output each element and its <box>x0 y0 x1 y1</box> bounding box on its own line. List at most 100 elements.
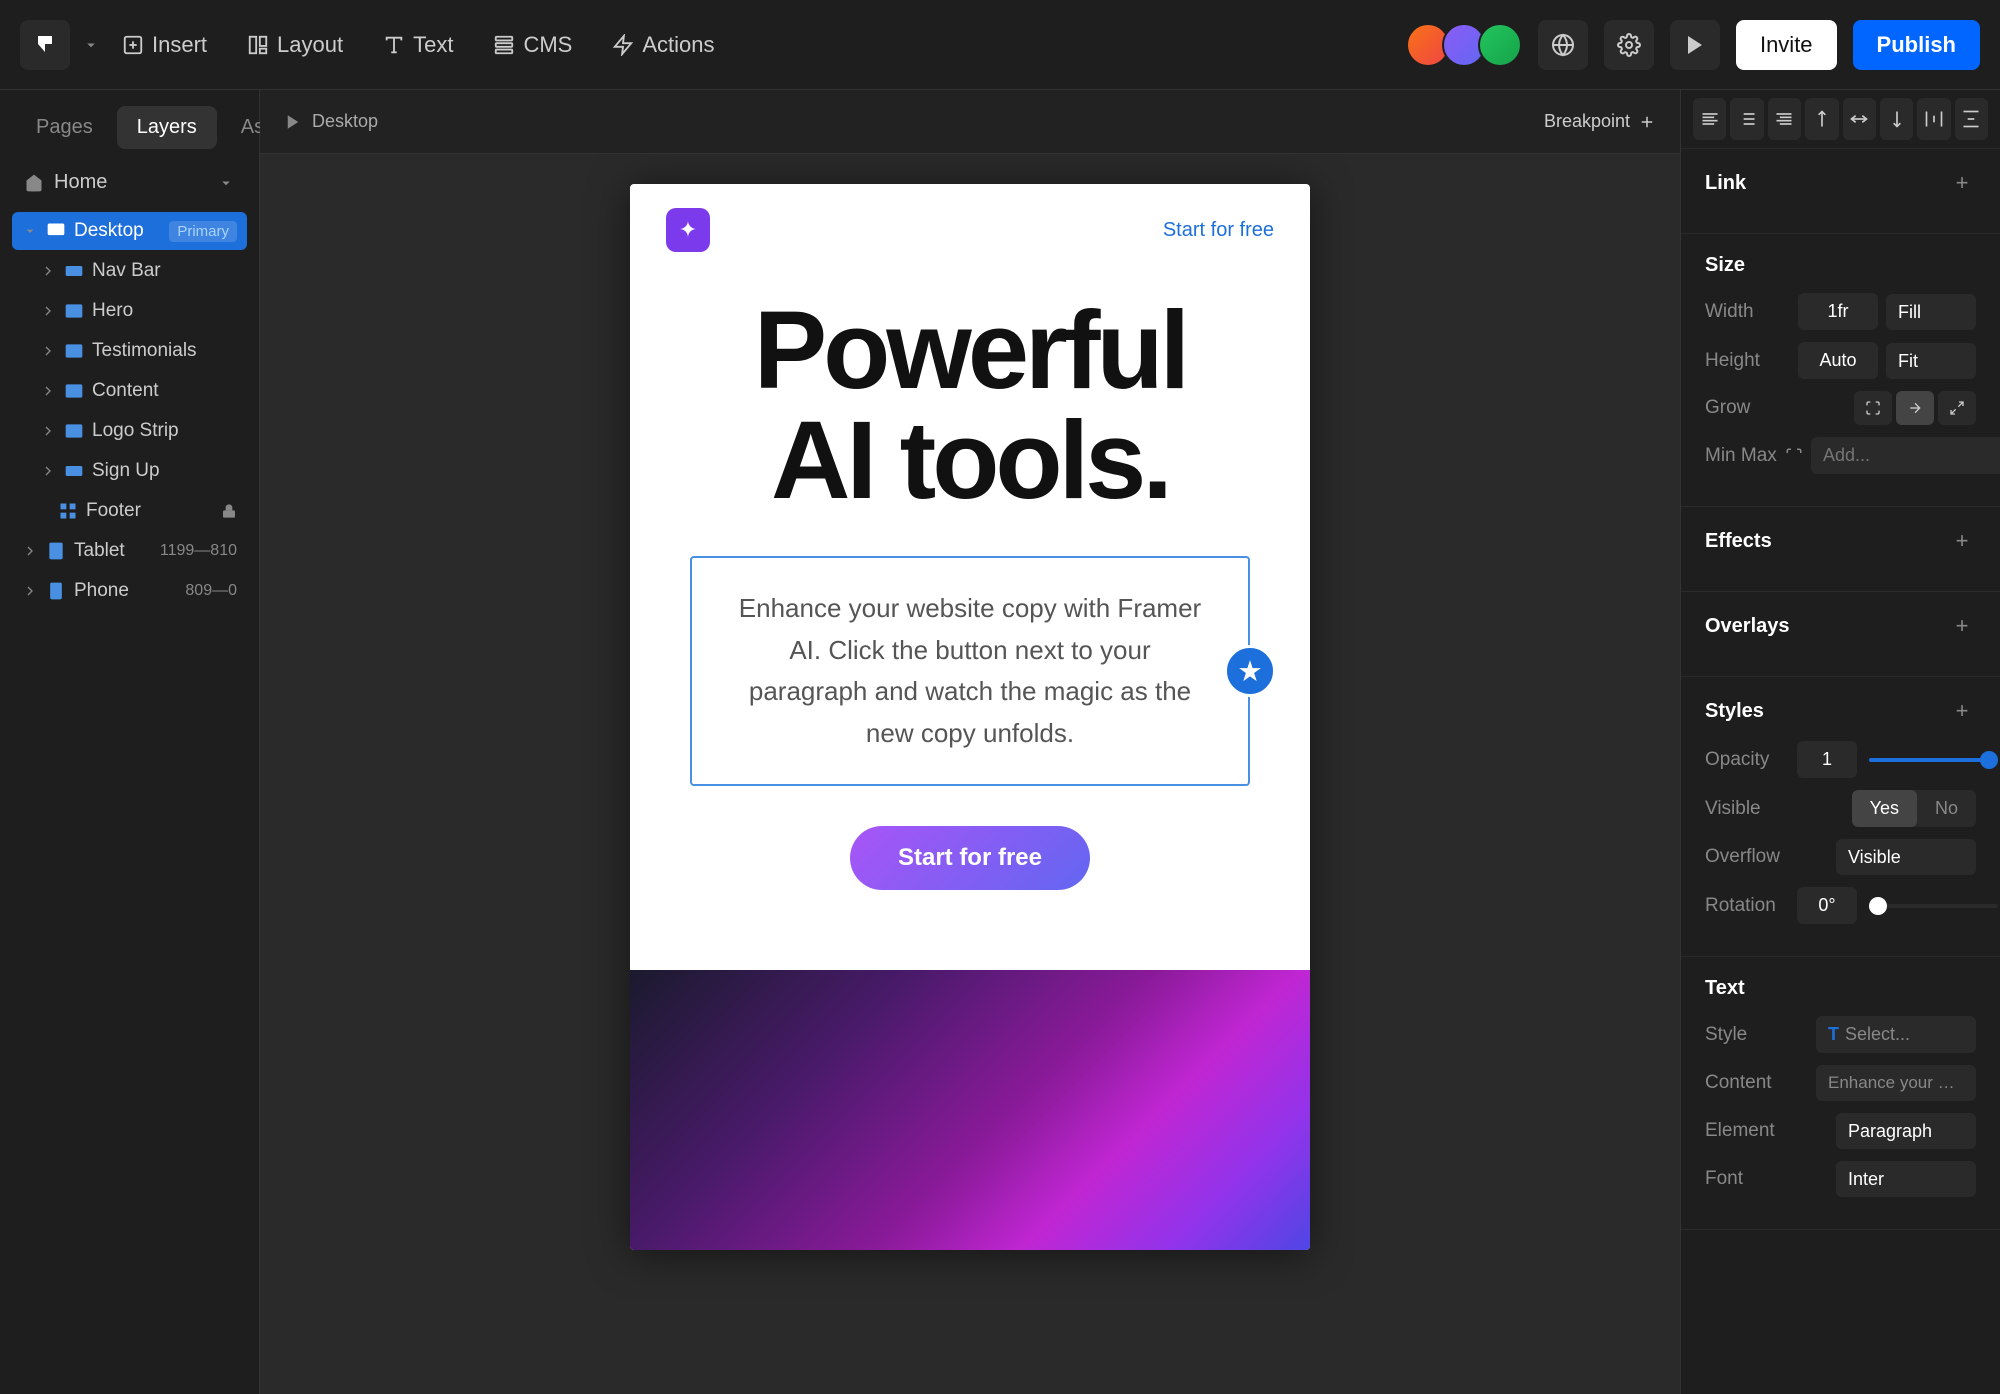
layer-item-navbar[interactable]: Nav Bar <box>12 252 247 290</box>
grow-icon-3 <box>1949 400 1965 416</box>
layout-button[interactable]: Layout <box>229 22 361 68</box>
width-unit-select[interactable]: FillFixedFit <box>1886 294 1976 330</box>
width-row: Width FillFixedFit <box>1705 293 1976 330</box>
section-icon <box>64 341 84 361</box>
expand-arrow-icon <box>40 263 56 279</box>
link-add-button[interactable]: + <box>1948 169 1976 197</box>
rotation-row: Rotation <box>1705 887 1976 924</box>
font-select[interactable]: InterArialRoboto <box>1836 1161 1976 1197</box>
invite-button[interactable]: Invite <box>1736 20 1837 70</box>
align-bottom-button[interactable] <box>1880 98 1913 140</box>
size-header: Size <box>1705 254 1976 277</box>
expand-arrow-icon <box>40 343 56 359</box>
canvas-paragraph-text: Enhance your website copy with Framer AI… <box>732 588 1208 754</box>
canvas-frame: ✦ Start for free Powerful AI tools. Enha… <box>630 184 1310 1250</box>
height-input[interactable] <box>1798 342 1878 379</box>
canvas-scroll[interactable]: ✦ Start for free Powerful AI tools. Enha… <box>260 154 1680 1394</box>
globe-button[interactable] <box>1538 20 1588 70</box>
text-button[interactable]: Text <box>365 22 471 68</box>
right-panel: Link + Size Width FillFixedFit Height <box>1680 90 2000 1394</box>
grow-btn-3[interactable] <box>1938 391 1976 425</box>
size-title: Size <box>1705 254 1745 277</box>
canvas-cta-button[interactable]: Start for free <box>850 826 1090 890</box>
styles-add-button[interactable]: + <box>1948 697 1976 725</box>
visible-yes-button[interactable]: Yes <box>1852 790 1917 827</box>
align-left-button[interactable] <box>1693 98 1726 140</box>
overflow-select[interactable]: VisibleHiddenScroll <box>1836 839 1976 875</box>
visible-no-button[interactable]: No <box>1917 790 1976 827</box>
publish-button[interactable]: Publish <box>1853 20 1980 70</box>
text-style-row: Style T Select... <box>1705 1016 1976 1053</box>
overlays-title: Overlays <box>1705 615 1790 638</box>
effects-title: Effects <box>1705 530 1772 553</box>
panel-content: Home Desktop Primary Nav Bar H <box>0 149 259 1394</box>
actions-button[interactable]: Actions <box>594 22 732 68</box>
rotation-input[interactable] <box>1797 887 1857 924</box>
lock-icon <box>221 503 237 519</box>
expand-arrow-icon <box>40 423 56 439</box>
minmax-row: Min Max <box>1705 437 1976 474</box>
height-unit-select[interactable]: FitFixedFill <box>1886 343 1976 379</box>
layer-item-footer[interactable]: Footer <box>12 492 247 530</box>
text-header: Text <box>1705 977 1976 1000</box>
width-input[interactable] <box>1798 293 1878 330</box>
effects-add-button[interactable]: + <box>1948 527 1976 555</box>
canvas-nav-link[interactable]: Start for free <box>1163 219 1274 242</box>
text-style-input[interactable]: T Select... <box>1816 1016 1976 1053</box>
align-top-button[interactable] <box>1805 98 1838 140</box>
effects-header: Effects + <box>1705 527 1976 555</box>
breakpoint-button[interactable]: Breakpoint <box>1544 111 1656 132</box>
layer-item-phone[interactable]: Phone 809—0 <box>12 572 247 610</box>
overlays-add-button[interactable]: + <box>1948 612 1976 640</box>
opacity-slider[interactable] <box>1869 758 1998 762</box>
align-right-button[interactable] <box>1768 98 1801 140</box>
text-content-row: Content <box>1705 1065 1976 1101</box>
canvas-ai-button[interactable] <box>1224 645 1276 697</box>
insert-button[interactable]: Insert <box>104 22 225 68</box>
home-chevron-icon <box>217 174 235 192</box>
tab-layers[interactable]: Layers <box>117 106 217 149</box>
opacity-controls <box>1797 741 1998 778</box>
layer-item-content[interactable]: Content <box>12 372 247 410</box>
layer-item-hero[interactable]: Hero <box>12 292 247 330</box>
actions-label: Actions <box>642 32 714 58</box>
layer-item-logostrip[interactable]: Logo Strip <box>12 412 247 450</box>
distribute-v-button[interactable] <box>1955 98 1988 140</box>
text-content-input[interactable] <box>1816 1065 1976 1101</box>
opacity-input[interactable] <box>1797 741 1857 778</box>
grow-btn-1[interactable] <box>1854 391 1892 425</box>
text-element-row: Element ParagraphHeading 1Heading 2Span <box>1705 1113 1976 1149</box>
align-icons-bar <box>1681 90 2000 149</box>
align-middle-button[interactable] <box>1843 98 1876 140</box>
preview-button[interactable] <box>1670 20 1720 70</box>
play-icon <box>1683 33 1707 57</box>
width-label: Width <box>1705 301 1785 323</box>
avatar-3 <box>1478 23 1522 67</box>
align-top-icon <box>1812 109 1832 129</box>
distribute-h-icon <box>1924 109 1944 129</box>
canvas-cta: Start for free <box>690 826 1250 890</box>
tab-pages[interactable]: Pages <box>16 106 113 149</box>
rotation-slider[interactable] <box>1869 904 1998 908</box>
link-header: Link + <box>1705 169 1976 197</box>
height-row: Height FitFixedFill <box>1705 342 1976 379</box>
layer-item-desktop[interactable]: Desktop Primary <box>12 212 247 250</box>
section-icon <box>64 421 84 441</box>
align-center-h-button[interactable] <box>1730 98 1763 140</box>
layer-item-tablet[interactable]: Tablet 1199—810 <box>12 532 247 570</box>
grid-icon <box>58 501 78 521</box>
effects-section: Effects + <box>1681 507 2000 592</box>
canvas-paragraph-box[interactable]: Enhance your website copy with Framer AI… <box>690 556 1250 786</box>
layer-item-signup[interactable]: Sign Up <box>12 452 247 490</box>
layer-item-testimonials[interactable]: Testimonials <box>12 332 247 370</box>
settings-button[interactable] <box>1604 20 1654 70</box>
framer-logo[interactable] <box>20 20 70 70</box>
grow-icon-1 <box>1865 400 1881 416</box>
minmax-input[interactable] <box>1811 437 2000 474</box>
distribute-h-button[interactable] <box>1917 98 1950 140</box>
element-select[interactable]: ParagraphHeading 1Heading 2Span <box>1836 1113 1976 1149</box>
grow-btn-2[interactable] <box>1896 391 1934 425</box>
cms-button[interactable]: CMS <box>475 22 590 68</box>
home-label: Home <box>24 171 107 194</box>
link-section: Link + <box>1681 149 2000 234</box>
